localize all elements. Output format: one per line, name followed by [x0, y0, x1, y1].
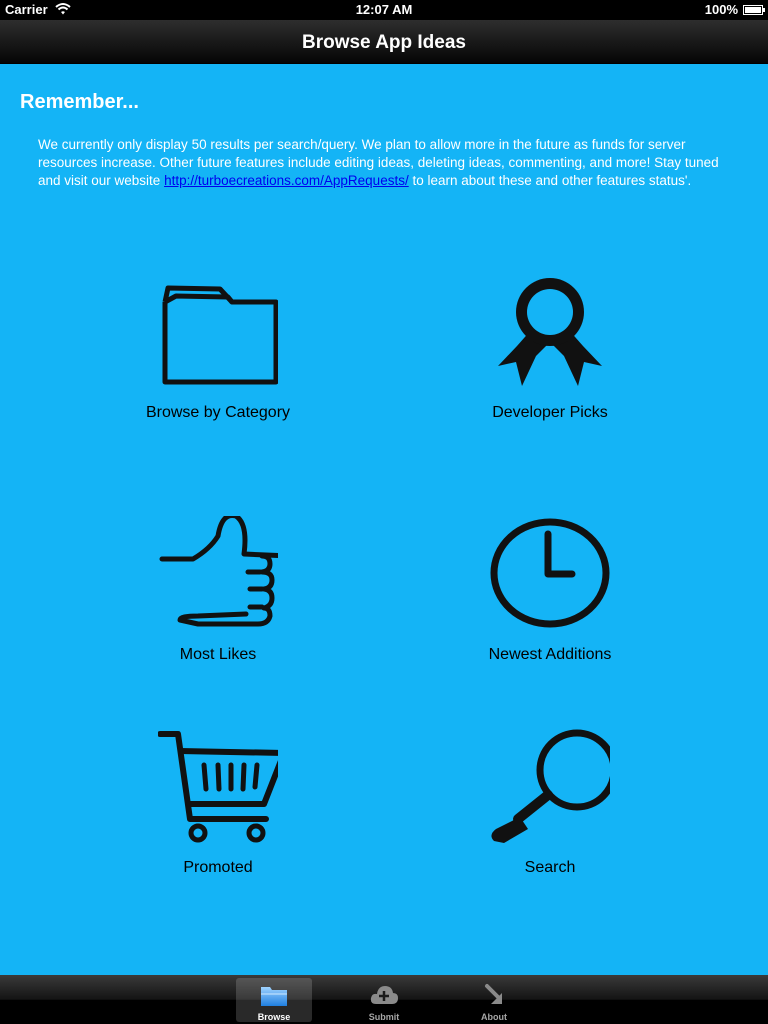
thumbs-up-icon — [159, 516, 278, 627]
tile-label: Developer Picks — [492, 404, 608, 421]
battery-icon — [743, 5, 765, 15]
clock-icon — [490, 518, 610, 628]
status-time: 12:07 AM — [355, 2, 413, 17]
tile-label: Browse by Category — [145, 404, 291, 421]
notice-text-after: to learn about these and other features … — [408, 173, 692, 188]
tile-label: Promoted — [183, 859, 253, 876]
battery-percent: 100% — [704, 2, 738, 17]
tab-label: About — [481, 1012, 507, 1022]
folder-icon — [162, 285, 278, 385]
tab-about[interactable]: About — [456, 978, 532, 1022]
main-content: Remember... We currently only display 50… — [0, 64, 768, 975]
ribbon-award-icon — [498, 278, 602, 386]
tile-label: Newest Additions — [488, 646, 612, 663]
tab-browse[interactable]: Browse — [236, 978, 312, 1022]
folder-icon — [261, 987, 287, 1006]
notice-title: Remember... — [20, 91, 139, 113]
tile-newest-additions[interactable]: Newest Additions — [430, 516, 670, 696]
tab-submit[interactable]: Submit — [346, 978, 422, 1022]
tile-developer-picks[interactable]: Developer Picks — [430, 274, 670, 454]
magnifier-icon — [491, 729, 610, 843]
cloud-plus-icon — [370, 986, 398, 1004]
tile-promoted[interactable]: Promoted — [98, 729, 338, 909]
tile-browse-by-category[interactable]: Browse by Category — [98, 274, 338, 454]
arrow-icon — [485, 984, 502, 1004]
tile-most-likes[interactable]: Most Likes — [98, 516, 338, 696]
navigation-bar: Browse App Ideas — [0, 20, 768, 64]
tile-label: Search — [524, 859, 576, 876]
tab-label: Browse — [257, 1012, 291, 1022]
tab-label: Submit — [368, 1012, 400, 1022]
shopping-cart-icon — [158, 731, 278, 843]
page-title: Browse App Ideas — [301, 32, 466, 53]
tile-search[interactable]: Search — [430, 729, 670, 909]
tile-label: Most Likes — [179, 646, 257, 663]
tab-bar: Browse Submit About — [0, 975, 768, 1024]
status-bar: Carrier 12:07 AM 100% — [0, 0, 768, 20]
website-link[interactable]: http://turboecreations.com/AppRequests/ — [164, 173, 409, 188]
notice-text: We currently only display 50 results per… — [38, 136, 728, 190]
